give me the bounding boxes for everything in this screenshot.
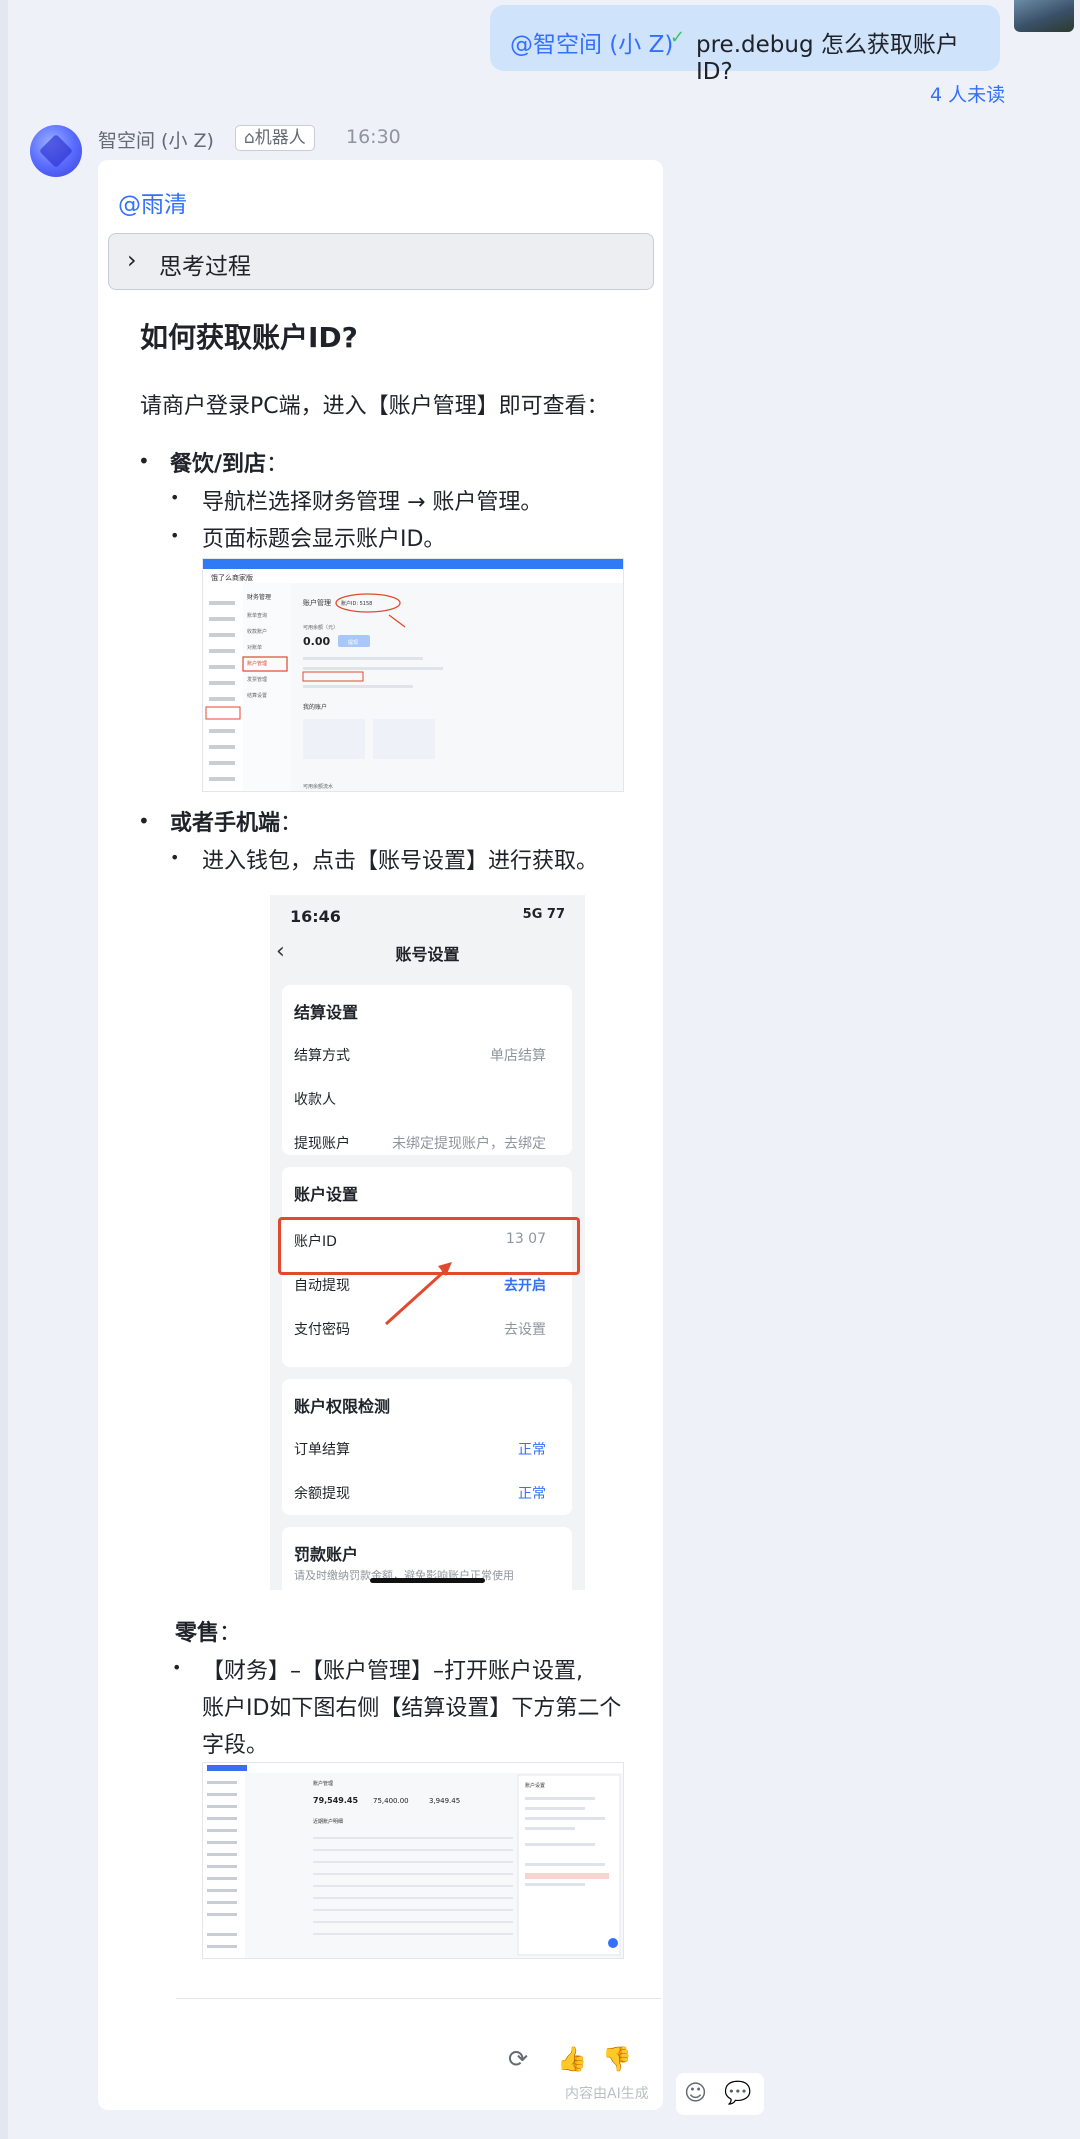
svg-text:账户设置: 账户设置	[525, 1782, 545, 1789]
settle-row: 结算方式 单店结算	[294, 1048, 546, 1064]
thinking-process-toggle[interactable]: › 思考过程	[108, 233, 654, 290]
user-avatar[interactable]	[1014, 0, 1074, 32]
svg-text:提现: 提现	[348, 639, 358, 646]
settle-row: 提现账户 未绑定提现账户，去绑定	[294, 1136, 546, 1152]
retail-account-screenshot[interactable]: 账户管理 79,549.45 75,400.00 3,949.45 近期账户明细…	[202, 1762, 624, 1959]
sub-bullet: •	[170, 488, 180, 507]
retail-screenshot-drawing: 账户管理 79,549.45 75,400.00 3,949.45 近期账户明细…	[203, 1763, 623, 1958]
mention-user[interactable]: @雨清	[118, 185, 187, 219]
left-edge-strip	[0, 0, 8, 2139]
section3-line: 字段。	[202, 1733, 269, 1758]
thumbs-up-icon[interactable]: 👍	[557, 2045, 587, 2073]
home-indicator	[370, 1578, 485, 1583]
section3-line: 账户ID如下图右侧【结算设置】下方第二个	[202, 1696, 622, 1721]
add-reaction-icon[interactable]: ☺	[684, 2081, 707, 2106]
robot-icon: ⌂	[244, 128, 255, 148]
svg-text:收款账户: 收款账户	[247, 628, 267, 635]
section1-title: 餐饮/到店：	[170, 452, 289, 477]
annotation-arrow	[384, 1262, 452, 1326]
chevron-right-icon: ›	[127, 246, 137, 274]
bullet: •	[138, 809, 150, 833]
unread-count[interactable]: 4 人未读	[930, 80, 1005, 107]
phone-nav-title: 账号设置	[395, 945, 460, 964]
mention-bot[interactable]: @智空间 (小 Z)	[510, 25, 673, 59]
thumbs-down-icon[interactable]: 👎	[602, 2045, 632, 2073]
pc-screenshot-drawing: 饿了么商家版 财务管理 账单查询 收款账户 对账单 账户管理 发票管理 结算设置…	[203, 559, 623, 791]
svg-text:75,400.00: 75,400.00	[373, 1797, 409, 1805]
svg-text:近期账户明细: 近期账户明细	[313, 1818, 343, 1825]
svg-text:79,549.45: 79,549.45	[313, 1796, 358, 1805]
bot-tag: ⌂机器人	[235, 125, 315, 151]
footer-divider	[176, 1998, 661, 1999]
read-check-icon: ✓	[670, 27, 686, 48]
svg-text:账户管理: 账户管理	[247, 660, 267, 667]
thinking-label: 思考过程	[159, 254, 251, 280]
pc-app-name: 饿了么商家版	[211, 573, 253, 582]
refresh-icon[interactable]: ⟳	[508, 2045, 528, 2073]
ai-generated-note: 内容由AI生成	[565, 2086, 649, 2102]
reply-intro: 请商户登录PC端，进入【账户管理】即可查看：	[140, 394, 609, 419]
settle-section: 结算设置 结算方式 单店结算 收款人 提现账户 未绑定提现账户，去绑定	[282, 985, 572, 1155]
phone-account-settings-screenshot[interactable]: 16:46 5G 77 ‹ 账号设置 结算设置 结算方式 单店结算 收款人 提现账…	[270, 895, 585, 1590]
section1-item: 页面标题会显示账户ID。	[202, 527, 446, 552]
pc-account-screenshot[interactable]: 饿了么商家版 财务管理 账单查询 收款账户 对账单 账户管理 发票管理 结算设置…	[202, 558, 624, 792]
svg-text:0.00: 0.00	[303, 635, 330, 648]
perm-row: 订单结算 正常	[294, 1442, 546, 1458]
svg-text:账户管理: 账户管理	[313, 1780, 333, 1787]
user-message-bubble[interactable]: @智空间 (小 Z) ✓ pre.debug 怎么获取账户 ID?	[490, 5, 1000, 85]
bot-name[interactable]: 智空间 (小 Z)	[98, 126, 214, 153]
svg-text:发票管理: 发票管理	[247, 676, 267, 683]
section3-line: 【财务】–【账户管理】–打开账户设置,	[202, 1659, 583, 1684]
permission-section: 账户权限检测 订单结算 正常 余额提现 正常	[282, 1379, 572, 1515]
reply-heading: 如何获取账户ID?	[140, 321, 358, 354]
phone-time: 16:46	[290, 907, 341, 926]
section1-item: 导航栏选择财务管理 → 账户管理。	[202, 490, 543, 515]
section2-title: 或者手机端：	[170, 811, 303, 836]
svg-text:账单查询: 账单查询	[247, 612, 267, 619]
bot-avatar[interactable]	[30, 125, 82, 177]
comment-icon[interactable]: 💬	[724, 2081, 751, 2106]
bullet: •	[138, 449, 150, 473]
user-message-text: pre.debug 怎么获取账户 ID?	[696, 32, 959, 85]
settle-row: 收款人	[294, 1092, 336, 1108]
svg-text:可用余额流水: 可用余额流水	[303, 783, 333, 790]
perm-row: 余额提现 正常	[294, 1486, 546, 1502]
svg-text:结算设置: 结算设置	[247, 692, 267, 699]
reaction-bar: ☺ 💬	[676, 2073, 764, 2115]
svg-text:我的账户: 我的账户	[303, 703, 327, 711]
svg-text:3,949.45: 3,949.45	[429, 1797, 460, 1805]
phone-status: 5G 77	[522, 907, 565, 922]
svg-text:对账单: 对账单	[247, 644, 262, 651]
sub-bullet: •	[170, 526, 180, 545]
svg-text:账户管理: 账户管理	[303, 598, 331, 607]
svg-text:账户ID: 5158: 账户ID: 5158	[341, 600, 372, 607]
sub-bullet: •	[172, 1658, 182, 1677]
svg-text:可用余额（元）: 可用余额（元）	[303, 624, 338, 631]
svg-text:财务管理: 财务管理	[247, 593, 271, 601]
sub-bullet: •	[170, 848, 180, 867]
message-time: 16:30	[346, 126, 401, 148]
bot-tag-label: 机器人	[254, 128, 306, 148]
section3-title: 零售：	[175, 1621, 242, 1646]
section2-item: 进入钱包，点击【账号设置】进行获取。	[202, 849, 599, 874]
